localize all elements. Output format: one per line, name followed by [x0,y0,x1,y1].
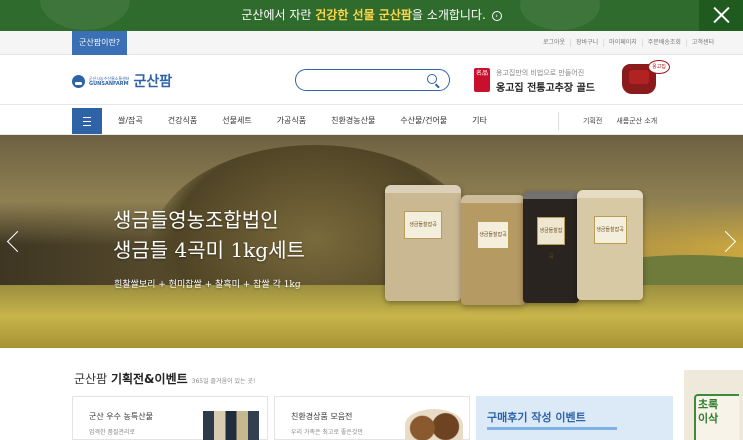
product-bag: 생금들찰잡곡 [523,191,579,303]
nav-item-exhibition[interactable]: 기획전 [583,116,602,126]
nav-item-rice[interactable]: 쌀/잡곡 [118,115,143,126]
nav-divider [558,112,559,130]
search-icon[interactable] [427,74,437,84]
section-heading: 군산팜 기획전&이벤트 365일 즐거움이 있는 곳! [74,368,255,387]
ad-tagline: 옹고집만의 비법으로 만들어진 [496,69,585,77]
cart-link[interactable]: 장바구니 [570,39,603,47]
promo-message[interactable]: 군산에서 자란 건강한 선물 군산팜을 소개합니다. › [0,0,743,31]
order-tracking-link[interactable]: 주문배송조회 [641,39,686,47]
promo-banner[interactable]: 군산에서 자란 건강한 선물 군산팜을 소개합니다. › [0,0,743,31]
utility-bar: 군산팜이란? 로그아웃 장바구니 마이페이지 주문배송조회 고객센터 [0,31,743,55]
event-card-desc: 엄격한 품질관리로 [89,429,136,436]
logo-line2: GUNSANFARM [89,80,129,87]
promo-highlight: 건강한 선물 군산팜 [315,8,412,22]
customer-center-link[interactable]: 고객센터 [685,39,719,47]
about-button[interactable]: 군산팜이란? [72,31,128,55]
chevron-left-icon[interactable] [6,227,18,257]
close-icon[interactable] [699,0,743,31]
nav-item-processed[interactable]: 가공식품 [277,115,306,126]
product-bag: 생금들찰잡곡 [577,190,643,300]
section-tagline: 365일 즐거움이 있는 곳! [191,378,256,385]
menu-icon[interactable] [72,108,102,134]
ad-brand-lid: 옹고집 [648,60,670,74]
logo-wordmark: 군산팜 [133,74,173,90]
side-ad-text: 초록이삭 [698,398,719,425]
nav-right: 기획전 새롬군산 소개 [583,106,671,135]
hero-title-line1: 생금들영농조합법인 [113,208,279,232]
utility-links: 로그아웃 장바구니 마이페이지 주문배송조회 고객센터 [538,31,719,55]
bag-label: 생금들찰잡곡 [477,221,509,249]
section-title-brand: 군산팜 [74,372,111,386]
card-stripe [487,427,617,430]
promo-prefix: 군산에서 자란 [241,8,316,22]
site-logo[interactable]: 군산시농수산물소통센터 GUNSANFARM 군산팜 [72,71,172,91]
mushroom-image [405,409,463,440]
search-box[interactable] [295,69,450,91]
product-bag: 생금들찰잡곡 [385,185,461,301]
nav-item-about[interactable]: 새롬군산 소개 [616,116,657,126]
product-bag: 생금들찰잡곡 [461,195,525,305]
nav-item-seafood[interactable]: 수산물/건어물 [400,115,447,126]
header: 군산시농수산물소통센터 GUNSANFARM 군산팜 名品 옹고집만의 비법으로… [0,55,743,105]
side-ad[interactable]: 초록이삭 [684,370,743,440]
events-section: 군산팜 기획전&이벤트 365일 즐거움이 있는 곳! 군산 우수 농특산물 엄격… [0,348,743,440]
event-card-title: 군산 우수 농특산물 [89,412,153,421]
chevron-right-icon: › [491,10,502,21]
header-ad[interactable]: 名品 옹고집만의 비법으로 만들어진 옹고집 전통고추장 골드 옹고집 [474,60,674,98]
promo-suffix: 을 소개합니다. [411,8,486,22]
logo-small-text: 군산시농수산물소통센터 GUNSANFARM [89,76,129,87]
nav-item-gift-sets[interactable]: 선물세트 [222,115,251,126]
hero-subtitle: 흰찰쌀보리 + 현미찹쌀 + 찰흑미 + 찹쌀 각 1kg [114,280,301,290]
bag-label: 생금들찰잡곡 [537,217,565,260]
event-card-title: 구매후기 작성 이벤트 [487,411,586,424]
event-card-desc: 우리 가족은 최고로 좋은것만 [291,429,363,436]
nav-item-eco[interactable]: 친환경농산물 [331,115,375,126]
hero-banner[interactable]: 생금들영농조합법인 생금들 4곡미 1kg세트 흰찰쌀보리 + 현미찹쌀 + 찰… [0,135,743,348]
main-nav: 쌀/잡곡 건강식품 선물세트 가공식품 친환경농산물 수산물/건어물 기타 기획… [0,106,743,135]
section-title: 기획전&이벤트 [110,372,188,386]
search-input[interactable] [306,73,416,87]
nav-item-health[interactable]: 건강식품 [168,115,197,126]
product-bottles-image [203,411,259,440]
logout-link[interactable]: 로그아웃 [538,39,570,47]
event-card[interactable]: 친환경상품 모음전 우리 가족은 최고로 좋은것만 [274,396,470,440]
page: 군산에서 자란 건강한 선물 군산팜을 소개합니다. › 군산팜이란? 로그아웃… [0,0,743,440]
mypage-link[interactable]: 마이페이지 [603,39,642,47]
hero-title-line2: 생금들 4곡미 1kg세트 [113,238,305,262]
logo-mark-icon [72,74,85,88]
bag-label: 생금들찰잡곡 [593,216,627,244]
chevron-right-icon[interactable] [725,227,737,257]
category-menu: 쌀/잡곡 건강식품 선물세트 가공식품 친환경농산물 수산물/건어물 기타 [118,106,512,135]
nav-item-etc[interactable]: 기타 [472,115,487,126]
ad-product-name: 옹고집 전통고추장 골드 [496,83,595,94]
review-event-card[interactable]: 구매후기 작성 이벤트 [476,396,673,440]
event-card-title: 친환경상품 모음전 [291,412,353,421]
event-card[interactable]: 군산 우수 농특산물 엄격한 품질관리로 [72,396,268,440]
seal-badge: 名品 [474,68,490,92]
bag-label: 생금들찰잡곡 [404,211,442,239]
